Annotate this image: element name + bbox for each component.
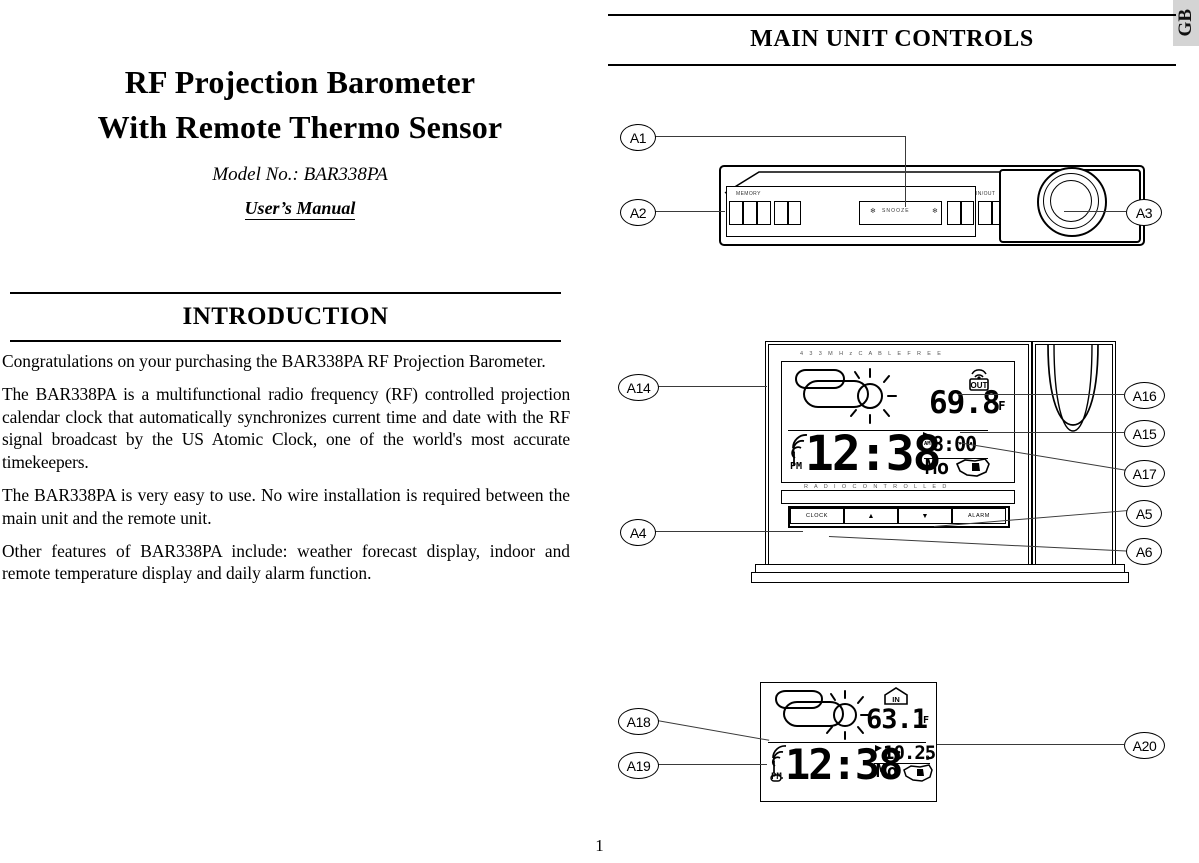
us-map-icon — [903, 764, 933, 782]
callout-a2: A2 — [620, 199, 656, 226]
figure-front-panel: A1 A2 A3 MEMORY IN/OUT SNOOZE ❄ ❄ — [600, 0, 1199, 280]
introduction-rule-bottom — [10, 340, 561, 342]
leader-a2 — [654, 211, 725, 213]
svg-text:IN: IN — [892, 695, 900, 704]
weather-cloudy-sun-icon — [774, 690, 870, 740]
snooze-button-label: SNOOZE — [882, 208, 910, 214]
remote-lcd-meridiem: PM — [771, 772, 782, 782]
callout-a17-label: A17 — [1132, 465, 1157, 482]
callout-a18-label: A18 — [626, 713, 651, 730]
leader-a20 — [937, 744, 1124, 746]
cover-title-line-1: RF Projection Barometer — [124, 64, 476, 100]
light-icon: ❄ — [870, 208, 877, 215]
alarm-bell-icon — [923, 432, 930, 439]
callout-a3: A3 — [1126, 199, 1162, 226]
leader-a16 — [958, 394, 1124, 396]
panel-key[interactable] — [788, 201, 801, 225]
leader-a14 — [657, 386, 767, 388]
callout-a6-label: A6 — [1135, 543, 1153, 560]
callout-a20-label: A20 — [1132, 737, 1157, 754]
date-marker-icon — [875, 745, 882, 752]
introduction-body: Congratulations on your purchasing the B… — [2, 350, 570, 595]
callout-a4-label: A4 — [629, 524, 647, 541]
callout-a19: A19 — [618, 752, 659, 779]
main-unit-base-bottom — [751, 572, 1129, 583]
panel-key[interactable] — [947, 201, 961, 225]
lcd-clock-meridiem: PM — [790, 461, 803, 472]
callout-a1-label: A1 — [629, 129, 647, 146]
callout-a6: A6 — [1126, 538, 1162, 565]
cover-title-line-2: With Remote Thermo Sensor — [97, 109, 503, 145]
button-bank-left-base — [726, 224, 976, 237]
alarm-button-label: ALARM — [968, 513, 990, 519]
callout-a19-label: A19 — [626, 757, 651, 774]
leader-a1-vertical — [905, 136, 907, 207]
page-number: 1 — [595, 836, 604, 855]
panel-key[interactable] — [743, 201, 757, 225]
stand-handle-curve — [1047, 343, 1099, 432]
introduction-rule-top — [10, 292, 561, 294]
callout-a14: A14 — [618, 374, 659, 401]
up-arrow-icon: ▲ — [867, 512, 875, 520]
introduction-paragraph: Congratulations on your purchasing the B… — [2, 351, 546, 371]
callout-a5-label: A5 — [1135, 505, 1153, 522]
callout-a2-label: A2 — [629, 204, 647, 221]
button-strip-shelf — [781, 490, 1015, 504]
memory-button-label: MEMORY — [736, 191, 761, 197]
model-number: Model No.: BAR338PA — [212, 164, 388, 185]
introduction-heading: INTRODUCTION — [182, 303, 389, 330]
us-map-icon — [955, 458, 990, 477]
figure-main-unit: A14 A4 A16 A15 A17 A5 A6 4 3 3 M H z C A… — [600, 330, 1199, 600]
controls-column: MAIN UNIT CONTROLS A1 A2 A3 MEMORY IN/OU… — [600, 0, 1199, 863]
callout-a14-label: A14 — [626, 379, 651, 396]
callout-a3-label: A3 — [1135, 204, 1153, 221]
lcd-clock-time: 12:38 — [805, 426, 941, 482]
panel-key[interactable] — [774, 201, 788, 225]
panel-key[interactable] — [961, 201, 974, 225]
callout-a16-label: A16 — [1132, 387, 1157, 404]
cover-column: RF Projection Barometer With Remote Ther… — [0, 0, 600, 863]
lcd-top-caption: 4 3 3 M H z C A B L E F R E E — [800, 351, 944, 357]
callout-a16: A16 — [1124, 382, 1165, 409]
callout-a18: A18 — [618, 708, 659, 735]
leader-a3 — [1064, 211, 1126, 213]
callout-a17: A17 — [1124, 460, 1165, 487]
weather-cloudy-sun-icon — [794, 368, 897, 424]
remote-lcd-date-day-tag: D — [926, 755, 930, 762]
panel-key[interactable] — [757, 201, 771, 225]
lcd-weekday: Mo — [925, 455, 950, 479]
callout-a15: A15 — [1124, 420, 1165, 447]
callout-a5: A5 — [1126, 500, 1162, 527]
manual-label-text: User’s Manual — [244, 198, 356, 220]
clock-button-label: CLOCK — [806, 513, 828, 519]
leader-a19 — [657, 764, 767, 766]
leader-a4 — [654, 531, 803, 533]
callout-a4: A4 — [620, 519, 656, 546]
in-home-icon: IN — [884, 687, 908, 705]
clock-button[interactable]: CLOCK — [790, 508, 844, 524]
leader-a15 — [960, 432, 1124, 434]
callout-a15-label: A15 — [1132, 425, 1157, 442]
figure-remote-lcd: A18 A19 A20 IN 63.1 °F 12:38 PM 10.25 M … — [600, 670, 1199, 830]
up-button[interactable]: ▲ — [844, 508, 898, 524]
lcd-outdoor-temperature: 69.8 — [929, 385, 1001, 421]
lcd-outdoor-temperature-unit: °F — [991, 399, 1006, 413]
down-arrow-icon: ▼ — [921, 512, 929, 520]
leader-a18 — [656, 720, 770, 742]
manual-label: User’s Manual — [0, 198, 600, 220]
down-button[interactable]: ▼ — [898, 508, 952, 524]
panel-key[interactable] — [729, 201, 743, 225]
introduction-paragraph: The BAR338PA is a multifunctional radio … — [2, 383, 570, 473]
callout-a20: A20 — [1124, 732, 1165, 759]
callout-a1: A1 — [620, 124, 656, 151]
remote-lcd-temperature-unit: °F — [917, 715, 930, 726]
light-icon: ❄ — [932, 208, 939, 215]
introduction-paragraph: Other features of BAR338PA include: weat… — [2, 540, 570, 584]
lcd-alarm-meridiem: AM — [924, 441, 931, 447]
remote-lcd-weekday: Mo — [876, 761, 898, 782]
projector-lens-inner-ring — [1050, 180, 1092, 222]
introduction-paragraph: The BAR338PA is very easy to use. No wir… — [2, 484, 570, 528]
leader-a1 — [654, 136, 906, 138]
